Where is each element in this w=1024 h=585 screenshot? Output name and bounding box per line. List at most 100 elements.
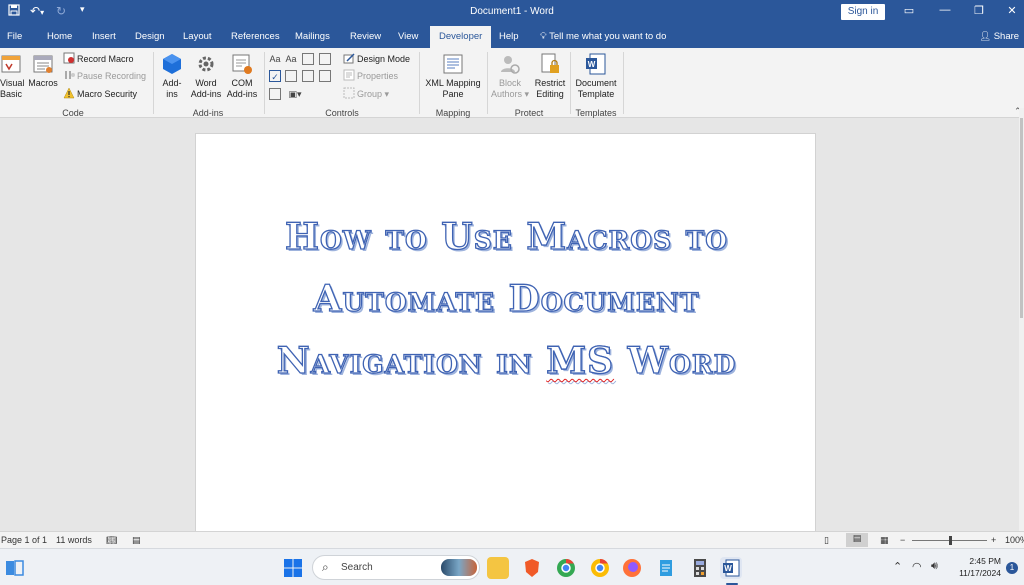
restore-icon[interactable]: ❐ (969, 4, 989, 17)
status-bar: Page 1 of 1 11 words 📖︎ ▤ ▯ ▤ ▦ − + 100% (0, 531, 1024, 548)
print-layout-icon[interactable]: ▤ (846, 533, 868, 547)
document-page[interactable]: How to Use Macros to Automate Document N… (195, 133, 816, 533)
pause-recording-button[interactable]: Pause Recording (63, 69, 146, 83)
macros-icon (33, 55, 53, 73)
repeating-section-control-icon[interactable] (269, 88, 281, 100)
design-mode-label: Design Mode (357, 54, 411, 64)
combo-box-control-icon[interactable] (285, 70, 297, 82)
date-picker-control-icon[interactable] (319, 70, 331, 82)
macro-security-button[interactable]: Macro Security (63, 87, 137, 101)
record-macro-button[interactable]: Record Macro (63, 52, 134, 66)
calculator-icon[interactable] (689, 557, 711, 579)
dropdown-list-control-icon[interactable] (302, 70, 314, 82)
zoom-slider-thumb[interactable] (949, 536, 952, 545)
group-label-protect: Protect (514, 108, 544, 118)
picture-content-control-icon[interactable] (302, 53, 314, 65)
plain-text-content-control-icon[interactable]: Aa (285, 53, 297, 65)
clock-date: 11/17/2024 (959, 568, 1001, 578)
xml-mapping-pane-button[interactable]: XML Mapping Pane (422, 52, 484, 100)
xml-mapping-label-1: XML Mapping (425, 78, 481, 88)
zoom-in-icon[interactable]: + (991, 535, 996, 545)
search-placeholder: Search (341, 562, 373, 573)
minimize-icon[interactable]: — (935, 4, 955, 16)
properties-button[interactable]: Properties (343, 69, 398, 83)
tab-insert[interactable]: Insert (92, 31, 116, 42)
start-icon[interactable] (282, 557, 304, 579)
building-block-control-icon[interactable] (319, 53, 331, 65)
restrict-editing-button[interactable]: Restrict Editing (532, 52, 568, 100)
addins-button[interactable]: Add- ins (158, 52, 186, 100)
group-label-templates: Templates (575, 108, 617, 118)
restrict-editing-label-1: Restrict (534, 78, 566, 88)
zoom-out-icon[interactable]: − (900, 535, 905, 545)
tab-file[interactable]: File (7, 31, 22, 42)
block-authors-label-2: Authors (490, 89, 522, 99)
tab-design[interactable]: Design (135, 31, 165, 42)
properties-label: Properties (357, 71, 399, 81)
com-addins-label-2: Add-ins (226, 89, 258, 99)
tell-me-label: Tell me what you want to do (549, 31, 667, 42)
rich-text-content-control-icon[interactable]: Aa (269, 53, 281, 65)
word-app-icon[interactable]: W (720, 557, 742, 579)
word-addins-button[interactable]: Word Add-ins (189, 52, 223, 100)
tab-review[interactable]: Review (350, 31, 381, 42)
tab-view[interactable]: View (398, 31, 418, 42)
chrome-icon[interactable] (555, 557, 577, 579)
share-button[interactable]: 👤︎ Share (979, 31, 1019, 42)
tab-mailings[interactable]: Mailings (295, 31, 330, 42)
group-separator (153, 52, 154, 114)
volume-icon[interactable]: 🔊︎ (931, 560, 938, 573)
group-separator (487, 52, 488, 114)
search-highlight-icon (441, 559, 477, 576)
document-template-button[interactable]: W Document Template (573, 52, 619, 100)
word-template-icon: W (586, 53, 606, 75)
com-addins-icon (232, 54, 252, 74)
vertical-scrollbar[interactable] (1019, 108, 1024, 531)
checkbox-content-control-icon[interactable]: ✓ (269, 70, 281, 82)
page-count[interactable]: Page 1 of 1 (1, 535, 47, 545)
close-icon[interactable]: ✕ (1002, 4, 1022, 17)
proofing-icon[interactable]: 📖︎ (106, 535, 117, 546)
group-label-addins: Add-ins (192, 108, 224, 118)
tab-developer[interactable]: Developer (430, 26, 492, 48)
accessibility-icon[interactable]: ▤ (132, 535, 141, 546)
macros-label: Macros (28, 78, 58, 88)
tab-help[interactable]: Help (499, 31, 519, 42)
word-addins-label-2: Add-ins (190, 89, 222, 99)
scrollbar-thumb[interactable] (1020, 118, 1023, 318)
read-mode-icon[interactable]: ▯ (824, 535, 829, 546)
brave-browser-icon[interactable] (521, 557, 543, 579)
web-layout-icon[interactable]: ▦ (880, 535, 889, 546)
taskbar-search[interactable]: ⌕ Search (312, 555, 480, 580)
system-clock[interactable]: 2:45 PM 11/17/2024 (955, 555, 1001, 579)
com-addins-button[interactable]: COM Add-ins (225, 52, 259, 100)
lock-icon (541, 53, 559, 73)
design-mode-button[interactable]: Design Mode (343, 52, 410, 66)
tab-references[interactable]: References (231, 31, 280, 42)
file-explorer-icon[interactable] (487, 557, 509, 579)
group-label-code: Code (62, 108, 84, 118)
tab-home[interactable]: Home (47, 31, 72, 42)
visual-basic-button[interactable]: Visual Basic (0, 52, 25, 100)
record-macro-label: Record Macro (77, 54, 134, 64)
legacy-tools-icon[interactable]: ▣▾ (285, 88, 305, 100)
sign-in-button[interactable]: Sign in (841, 4, 885, 20)
tell-me-search[interactable]: 💡︎ Tell me what you want to do (540, 31, 666, 42)
word-count[interactable]: 11 words (56, 535, 92, 545)
group-button[interactable]: Group ▾ (343, 87, 389, 101)
tab-layout[interactable]: Layout (183, 31, 212, 42)
design-mode-icon (343, 52, 355, 64)
widgets-icon[interactable] (3, 557, 25, 579)
block-authors-button[interactable]: Block Authors ▾ (490, 52, 530, 100)
notification-badge[interactable]: 1 (1006, 562, 1018, 574)
zoom-level[interactable]: 100% (1005, 535, 1024, 545)
chevron-up-icon[interactable]: ⌃ (893, 560, 902, 573)
spelling-error-word[interactable]: MS (546, 339, 614, 382)
visual-basic-label-1: Visual (0, 78, 25, 88)
wifi-icon[interactable]: ◠ (912, 560, 922, 573)
notepad-icon[interactable] (655, 557, 677, 579)
ribbon-display-options-icon[interactable]: ▭ (899, 4, 919, 17)
macros-button[interactable]: Macros (27, 52, 59, 89)
chrome-profile-icon[interactable] (589, 557, 611, 579)
firefox-icon[interactable] (621, 557, 643, 579)
